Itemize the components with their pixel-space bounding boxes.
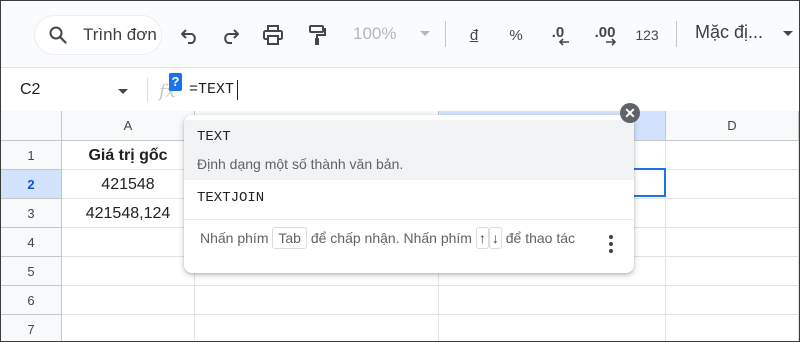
cell-a7[interactable] bbox=[62, 315, 195, 341]
formula-autocomplete-popup: TEXT Định dạng một số thành văn bản. TEX… bbox=[184, 115, 634, 273]
cell-b6[interactable] bbox=[195, 286, 439, 315]
zoom-select[interactable]: 100% bbox=[353, 24, 396, 44]
search-icon bbox=[49, 26, 67, 44]
cell-d2[interactable] bbox=[666, 170, 799, 199]
suggestion-name: TEXT bbox=[197, 129, 231, 145]
suggestion-name: TEXTJOIN bbox=[197, 190, 265, 206]
hint-text: để chấp nhận. Nhấn phím bbox=[310, 230, 472, 246]
percent-format-button[interactable]: % bbox=[505, 21, 527, 49]
row-header-2[interactable]: 2 bbox=[1, 170, 62, 199]
cell-c7[interactable] bbox=[439, 315, 666, 341]
row-header-4[interactable]: 4 bbox=[1, 228, 62, 257]
print-icon bbox=[263, 25, 283, 45]
row-header-5[interactable]: 5 bbox=[1, 257, 62, 286]
row-header-3[interactable]: 3 bbox=[1, 199, 62, 228]
toolbar: Trình đơn 100% đ % .0 .00 123 Mặc đị... bbox=[1, 1, 799, 67]
name-box[interactable]: C2 bbox=[20, 81, 40, 99]
row-header-7[interactable]: 7 bbox=[1, 315, 62, 341]
cell-c6[interactable] bbox=[439, 286, 666, 315]
menu-search-text: Trình đơn bbox=[83, 25, 157, 44]
number-format-button[interactable]: 123 bbox=[631, 21, 663, 49]
font-chevron-down-icon bbox=[783, 31, 793, 36]
paint-format-button[interactable] bbox=[303, 21, 331, 49]
formula-help-icon[interactable]: ? bbox=[169, 73, 182, 91]
toolbar-divider bbox=[676, 21, 677, 47]
sheets-window: Trình đơn 100% đ % .0 .00 123 Mặc đị... … bbox=[0, 0, 800, 342]
redo-icon bbox=[224, 29, 239, 44]
cell-a3[interactable]: 421548,124 bbox=[62, 199, 195, 228]
cell-a4[interactable] bbox=[62, 228, 195, 257]
zoom-chevron-down-icon bbox=[420, 31, 430, 36]
increase-decimal-button[interactable]: .00 bbox=[589, 21, 621, 49]
cell-a2[interactable]: 421548 bbox=[62, 170, 195, 199]
cell-a1[interactable]: Giá trị gốc bbox=[62, 141, 195, 170]
arrow-right-icon bbox=[606, 38, 617, 46]
arrow-left-icon bbox=[558, 38, 569, 46]
redo-button[interactable] bbox=[217, 21, 243, 49]
undo-button[interactable] bbox=[177, 21, 203, 49]
column-header-a[interactable]: A bbox=[62, 111, 195, 141]
popup-divider bbox=[184, 219, 634, 220]
tab-key: Tab bbox=[272, 227, 307, 249]
cell-a5[interactable] bbox=[62, 257, 195, 286]
cell-d6[interactable] bbox=[666, 286, 799, 315]
paint-format-icon bbox=[309, 25, 326, 45]
formula-bar-divider bbox=[147, 78, 148, 102]
suggestion-description: Định dạng một số thành văn bản. bbox=[197, 156, 404, 172]
decrease-decimal-button[interactable]: .0 bbox=[544, 21, 572, 49]
more-options-icon[interactable] bbox=[609, 235, 613, 256]
close-icon[interactable]: ✕ bbox=[620, 103, 640, 123]
cell-d7[interactable] bbox=[666, 315, 799, 341]
text-caret bbox=[237, 80, 238, 100]
currency-format-button[interactable]: đ bbox=[463, 21, 485, 49]
formula-bar: C2 fx ? =TEXT bbox=[1, 67, 799, 113]
undo-icon bbox=[181, 29, 196, 44]
name-box-chevron-down-icon[interactable] bbox=[118, 89, 128, 94]
down-arrow-key: ↓ bbox=[488, 227, 502, 249]
cell-a6[interactable] bbox=[62, 286, 195, 315]
formula-input[interactable]: =TEXT bbox=[189, 81, 234, 98]
cell-b7[interactable] bbox=[195, 315, 439, 341]
row-header-1[interactable]: 1 bbox=[1, 141, 62, 170]
hint-text: Nhấn phím bbox=[200, 230, 269, 246]
select-all-corner[interactable] bbox=[1, 111, 62, 141]
up-arrow-key: ↑ bbox=[475, 227, 489, 249]
column-header-d[interactable]: D bbox=[666, 111, 799, 141]
suggestion-item-text[interactable]: TEXT Định dạng một số thành văn bản. bbox=[184, 120, 634, 180]
cell-d3[interactable] bbox=[666, 199, 799, 228]
font-select[interactable]: Mặc đị... bbox=[695, 22, 763, 43]
cell-d4[interactable] bbox=[666, 228, 799, 257]
suggestion-item-textjoin[interactable]: TEXTJOIN bbox=[184, 181, 634, 215]
row-header-6[interactable]: 6 bbox=[1, 286, 62, 315]
keyboard-hint: Nhấn phím Tab để chấp nhận. Nhấn phím ↑ ↓… bbox=[200, 227, 600, 249]
print-button[interactable] bbox=[259, 21, 287, 49]
hint-text: để thao tác bbox=[505, 230, 576, 246]
cell-d1[interactable] bbox=[666, 141, 799, 170]
menu-search[interactable]: Trình đơn bbox=[35, 16, 161, 54]
cell-d5[interactable] bbox=[666, 257, 799, 286]
toolbar-divider bbox=[445, 21, 446, 47]
